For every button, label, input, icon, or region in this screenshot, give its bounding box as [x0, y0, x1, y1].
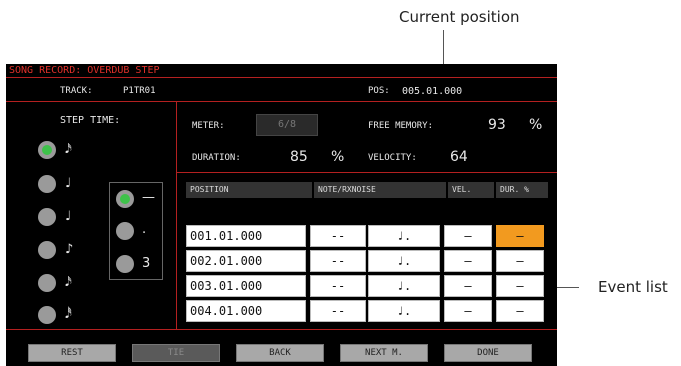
column-header-position: POSITION [186, 182, 312, 198]
step-radio-eighth[interactable] [38, 241, 56, 259]
modifier-radio-dot[interactable] [116, 222, 134, 240]
note-dotted-icon[interactable]: ♩. [368, 275, 440, 297]
column-header-note: NOTE/RXNOISE [314, 182, 446, 198]
page-title: SONG RECORD: OVERDUB STEP [6, 64, 557, 78]
row-position[interactable]: 001.01.000 [186, 225, 306, 247]
note-dotted-icon[interactable]: ♩. [368, 250, 440, 272]
current-position-callout: Current position [399, 8, 520, 26]
step-radio-half[interactable] [38, 175, 56, 193]
device-screen: SONG RECORD: OVERDUB STEP TRACK: P1TR01 … [6, 64, 557, 366]
back-button[interactable]: BACK [236, 344, 324, 362]
column-header-velocity: VEL. [448, 182, 494, 198]
eighth-note-icon: ♪ [65, 242, 74, 257]
sixteenth-note-icon: 𝅘𝅥𝅯 [65, 142, 72, 157]
row-velocity[interactable]: – [444, 250, 492, 272]
step-radio-sixteenth[interactable] [38, 141, 56, 159]
modifier-radio-triplet[interactable] [116, 255, 134, 273]
thirtysecond-note-icon: 𝅘𝅥𝅰 [65, 307, 72, 322]
row-position[interactable]: 004.01.000 [186, 300, 306, 322]
tie-button[interactable]: TIE [132, 344, 220, 362]
modifier-label-triplet: 3 [142, 256, 151, 271]
row-velocity[interactable]: – [444, 300, 492, 322]
track-label: TRACK: [60, 86, 93, 96]
duration-value[interactable]: 85 [290, 149, 308, 165]
row-duration[interactable]: – [496, 250, 544, 272]
step-radio-quarter[interactable] [38, 208, 56, 226]
row-duration[interactable]: – [496, 300, 544, 322]
step-radio-thirtysecond[interactable] [38, 306, 56, 324]
duration-label: DURATION: [192, 153, 241, 163]
row-position[interactable]: 003.01.000 [186, 275, 306, 297]
modifier-radio-none[interactable] [116, 190, 134, 208]
modifier-label-none: — [142, 190, 155, 205]
row-note[interactable]: -- [310, 225, 366, 247]
row-position[interactable]: 002.01.000 [186, 250, 306, 272]
free-memory-label: FREE MEMORY: [368, 121, 434, 131]
meter-label: METER: [192, 121, 225, 131]
row-note[interactable]: -- [310, 275, 366, 297]
row-note[interactable]: -- [310, 250, 366, 272]
next-measure-button[interactable]: NEXT M. [340, 344, 428, 362]
column-header-duration: DUR. % [496, 182, 548, 198]
event-list-callout: Event list [598, 278, 668, 296]
step-radio-sixteenth-b[interactable] [38, 274, 56, 292]
modifier-label-dot: . [142, 222, 147, 237]
row-velocity[interactable]: – [444, 275, 492, 297]
pos-value: 005.01.000 [402, 86, 463, 97]
row-duration[interactable]: – [496, 275, 544, 297]
done-button[interactable]: DONE [444, 344, 532, 362]
track-value: P1TR01 [123, 86, 156, 96]
velocity-value[interactable]: 64 [450, 149, 468, 165]
note-dotted-icon[interactable]: ♩. [368, 300, 440, 322]
meter-field[interactable]: 6/8 [256, 114, 318, 136]
quarter-note-icon: ♩ [65, 209, 72, 224]
free-memory-value: 93 [488, 117, 506, 133]
duration-unit: % [331, 149, 345, 165]
row-duration-selected[interactable]: – [496, 225, 544, 247]
row-note[interactable]: -- [310, 300, 366, 322]
sixteenth-note-icon: 𝅘𝅥𝅯 [65, 275, 72, 290]
half-note-icon: ♩ [65, 176, 72, 191]
row-velocity[interactable]: – [444, 225, 492, 247]
velocity-label: VELOCITY: [368, 153, 417, 163]
note-dotted-icon[interactable]: ♩. [368, 225, 440, 247]
step-time-label: STEP TIME: [60, 115, 121, 126]
rest-button[interactable]: REST [28, 344, 116, 362]
pos-label: POS: [368, 86, 390, 96]
free-memory-unit: % [529, 117, 543, 133]
